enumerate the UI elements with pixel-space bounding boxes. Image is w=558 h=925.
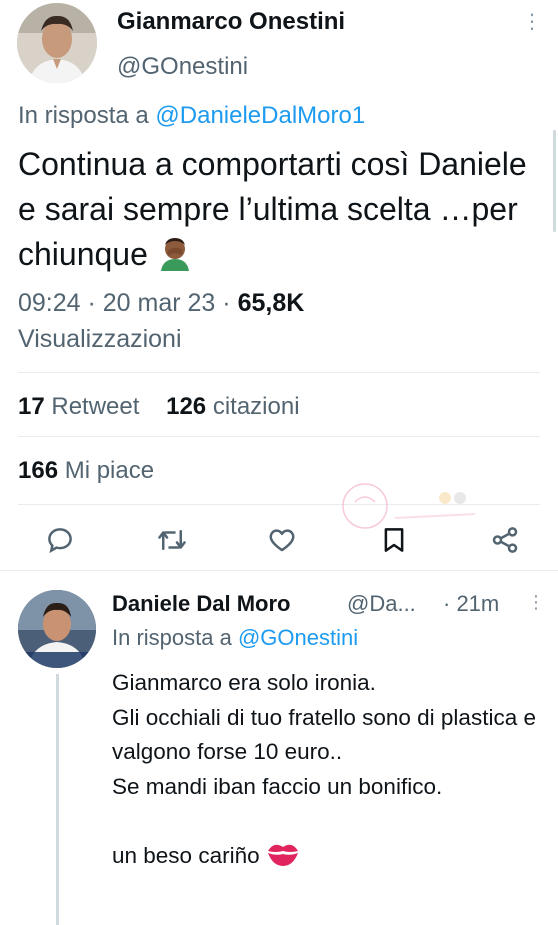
reply-text: Gianmarco era solo ironia. Gli occhiali … bbox=[112, 666, 542, 873]
scrollbar[interactable] bbox=[553, 130, 556, 232]
retweets-count: 17 bbox=[18, 393, 45, 420]
reply-prefix: In risposta a bbox=[112, 625, 232, 650]
author-handle[interactable]: @GOnestini bbox=[117, 53, 248, 81]
tweet-meta: 09:24 · 20 mar 23 · 65,8K Visualizzazion… bbox=[18, 285, 538, 357]
like-stats[interactable]: 166 Mi piace bbox=[18, 457, 154, 485]
reply-prefix: In risposta a bbox=[18, 102, 149, 129]
reply-icon[interactable] bbox=[38, 518, 82, 562]
man-facepalming-icon bbox=[157, 235, 193, 271]
reply-to-line: In risposta a @DanieleDalMoro1 bbox=[18, 102, 365, 130]
retweet-stats[interactable]: 17 Retweet 126 citazioni bbox=[18, 393, 300, 421]
share-icon[interactable] bbox=[483, 518, 527, 562]
quotes-count: 126 bbox=[166, 393, 207, 420]
reply-to-line: In risposta a @GOnestini bbox=[112, 625, 358, 651]
avatar[interactable] bbox=[17, 3, 97, 83]
likes-label: Mi piace bbox=[64, 457, 155, 484]
time-ago[interactable]: · 21m bbox=[443, 591, 499, 617]
thread-line bbox=[56, 674, 59, 925]
retweet-icon[interactable] bbox=[150, 518, 194, 562]
divider bbox=[18, 372, 540, 373]
author-name[interactable]: Daniele Dal Moro bbox=[112, 591, 290, 617]
retweets-label: Retweet bbox=[51, 393, 140, 420]
time-date[interactable]: 09:24 · 20 mar 23 · bbox=[18, 289, 238, 317]
action-bar bbox=[0, 518, 558, 562]
main-tweet: Gianmarco Onestini @GOnestini ⋮ In rispo… bbox=[0, 0, 558, 571]
author-name[interactable]: Gianmarco Onestini bbox=[117, 8, 345, 36]
likes-count: 166 bbox=[18, 457, 59, 484]
views-count: 65,8K bbox=[237, 289, 305, 317]
like-icon[interactable] bbox=[260, 518, 304, 562]
divider bbox=[18, 436, 540, 437]
divider bbox=[0, 570, 558, 571]
reply-mention-link[interactable]: @DanieleDalMoro1 bbox=[155, 102, 365, 129]
more-options-icon[interactable]: ⋮ bbox=[522, 12, 542, 32]
author-handle[interactable]: @Da... bbox=[347, 591, 416, 617]
bookmark-icon[interactable] bbox=[372, 518, 416, 562]
quotes-label: citazioni bbox=[212, 393, 300, 420]
tweet-text: Continua a comportarti così Daniele e sa… bbox=[18, 142, 538, 277]
avatar[interactable] bbox=[18, 590, 96, 668]
tweet-body: Continua a comportarti così Daniele e sa… bbox=[18, 146, 527, 272]
more-options-icon[interactable]: ⋮ bbox=[527, 592, 545, 612]
reply-mention-link[interactable]: @GOnestini bbox=[238, 625, 358, 650]
reply-body: Gianmarco era solo ironia. Gli occhiali … bbox=[112, 670, 536, 868]
views-label: Visualizzazioni bbox=[18, 325, 182, 353]
kiss-mark-icon bbox=[266, 839, 300, 869]
